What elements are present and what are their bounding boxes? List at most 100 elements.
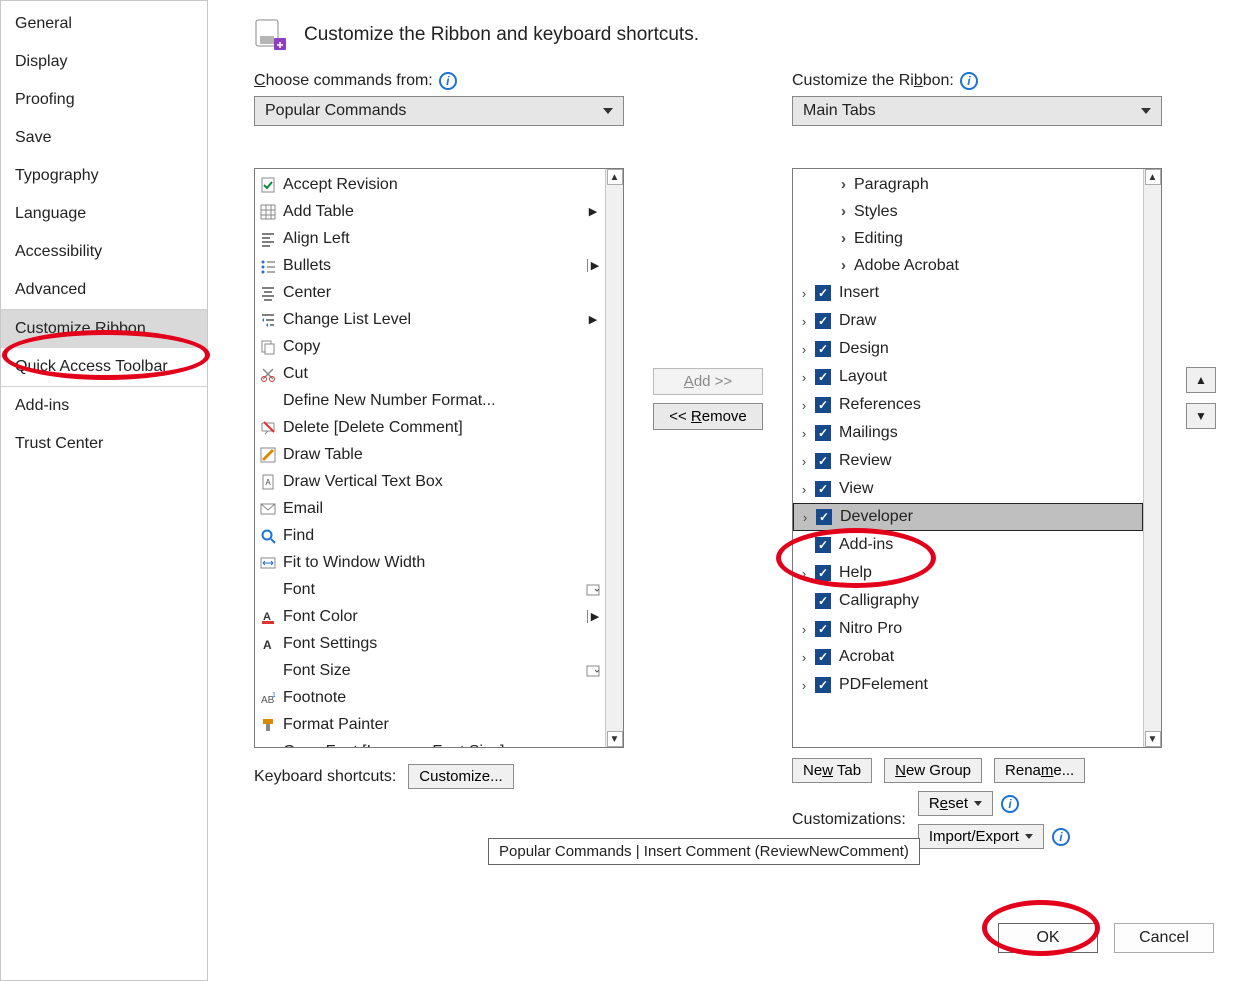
commands-listbox[interactable]: Accept RevisionAdd Table▶Align LeftBulle… <box>254 168 624 748</box>
checkbox-checked-icon[interactable]: ✓ <box>815 649 831 665</box>
command-item[interactable]: Delete [Delete Comment] <box>255 414 605 441</box>
tree-group-item[interactable]: ›Editing <box>793 225 1143 252</box>
scroll-down-button[interactable]: ▼ <box>607 731 623 747</box>
command-item[interactable]: Format Painter <box>255 711 605 738</box>
sidebar-item-general[interactable]: General <box>1 5 207 43</box>
command-item[interactable]: Define New Number Format... <box>255 387 605 414</box>
sidebar-item-trust-center[interactable]: Trust Center <box>1 425 207 463</box>
sidebar-item-save[interactable]: Save <box>1 119 207 157</box>
sidebar-item-accessibility[interactable]: Accessibility <box>1 233 207 271</box>
tree-tab-item[interactable]: ›✓References <box>793 391 1143 419</box>
command-item[interactable]: ADraw Vertical Text Box <box>255 468 605 495</box>
checkbox-checked-icon[interactable]: ✓ <box>815 677 831 693</box>
ok-button[interactable]: OK <box>998 923 1098 953</box>
command-item[interactable]: Add Table▶ <box>255 198 605 225</box>
tree-group-item[interactable]: ›Paragraph <box>793 171 1143 198</box>
command-item[interactable]: Fit to Window Width <box>255 549 605 576</box>
tree-tab-item[interactable]: ›✓View <box>793 475 1143 503</box>
checkbox-checked-icon[interactable]: ✓ <box>815 537 831 553</box>
new-tab-button[interactable]: New Tab <box>792 758 872 783</box>
checkbox-checked-icon[interactable]: ✓ <box>816 509 832 525</box>
scroll-down-button[interactable]: ▼ <box>1145 731 1161 747</box>
tree-tab-item[interactable]: ✓Calligraphy <box>793 587 1143 615</box>
checkbox-checked-icon[interactable]: ✓ <box>815 425 831 441</box>
sidebar-item-display[interactable]: Display <box>1 43 207 81</box>
reset-button[interactable]: Reset <box>918 791 993 816</box>
tree-tab-item[interactable]: ›✓Draw <box>793 307 1143 335</box>
command-item[interactable]: Align Left <box>255 225 605 252</box>
chevron-right-icon[interactable]: › <box>797 398 811 412</box>
tree-tab-item[interactable]: ›✓Acrobat <box>793 643 1143 671</box>
checkbox-checked-icon[interactable]: ✓ <box>815 285 831 301</box>
tree-tab-item[interactable]: ✓Add-ins <box>793 531 1143 559</box>
scroll-up-button[interactable]: ▲ <box>607 169 623 185</box>
chevron-right-icon[interactable]: › <box>797 482 811 496</box>
chevron-right-icon[interactable]: › <box>797 426 811 440</box>
checkbox-checked-icon[interactable]: ✓ <box>815 341 831 357</box>
chevron-right-icon[interactable]: › <box>797 622 811 636</box>
chevron-right-icon[interactable]: › <box>797 286 811 300</box>
command-item[interactable]: Draw Table <box>255 441 605 468</box>
import-export-button[interactable]: Import/Export <box>918 824 1044 849</box>
customize-keyboard-button[interactable]: Customize... <box>408 764 513 789</box>
scroll-up-button[interactable]: ▲ <box>1145 169 1161 185</box>
checkbox-checked-icon[interactable]: ✓ <box>815 621 831 637</box>
checkbox-checked-icon[interactable]: ✓ <box>815 397 831 413</box>
tree-tab-item[interactable]: ›✓Help <box>793 559 1143 587</box>
tree-tab-item[interactable]: ›✓Developer <box>793 503 1143 531</box>
command-item[interactable]: Accept Revision <box>255 171 605 198</box>
ribbon-tree[interactable]: ›Paragraph›Styles›Editing›Adobe Acrobat ›… <box>792 168 1162 748</box>
command-item[interactable]: AGrow Font [Increase Font Size] <box>255 738 605 747</box>
tree-tab-item[interactable]: ›✓Review <box>793 447 1143 475</box>
checkbox-checked-icon[interactable]: ✓ <box>815 565 831 581</box>
sidebar-item-advanced[interactable]: Advanced <box>1 271 207 309</box>
chevron-right-icon[interactable]: › <box>797 650 811 664</box>
tree-group-item[interactable]: ›Adobe Acrobat <box>793 252 1143 279</box>
info-icon[interactable]: i <box>1001 795 1019 813</box>
tree-tab-item[interactable]: ›✓PDFelement <box>793 671 1143 699</box>
sidebar-item-quick-access-toolbar[interactable]: Quick Access Toolbar <box>1 348 207 386</box>
command-item[interactable]: Center <box>255 279 605 306</box>
info-icon[interactable]: i <box>960 72 978 90</box>
checkbox-checked-icon[interactable]: ✓ <box>815 481 831 497</box>
cancel-button[interactable]: Cancel <box>1114 923 1214 953</box>
command-item[interactable]: Change List Level▶ <box>255 306 605 333</box>
customize-ribbon-dropdown[interactable]: Main Tabs <box>792 96 1162 126</box>
remove-button[interactable]: << Remove <box>653 403 763 430</box>
command-item[interactable]: Find <box>255 522 605 549</box>
chevron-right-icon[interactable]: › <box>798 510 812 524</box>
tree-tab-item[interactable]: ›✓Nitro Pro <box>793 615 1143 643</box>
sidebar-item-add-ins[interactable]: Add-ins <box>1 387 207 425</box>
chevron-right-icon[interactable]: › <box>797 314 811 328</box>
tree-group-item[interactable]: ›Styles <box>793 198 1143 225</box>
command-item[interactable]: Font <box>255 576 605 603</box>
command-item[interactable]: AB1Footnote <box>255 684 605 711</box>
tree-tab-item[interactable]: ›✓Layout <box>793 363 1143 391</box>
add-button[interactable]: Add >> <box>653 368 763 395</box>
command-item[interactable]: Copy <box>255 333 605 360</box>
new-group-button[interactable]: New Group <box>884 758 982 783</box>
move-up-button[interactable]: ▲ <box>1186 367 1216 393</box>
command-item[interactable]: Font Size <box>255 657 605 684</box>
sidebar-item-proofing[interactable]: Proofing <box>1 81 207 119</box>
chevron-right-icon[interactable]: › <box>797 678 811 692</box>
scrollbar[interactable]: ▲ ▼ <box>1143 169 1161 747</box>
command-item[interactable]: AFont Settings <box>255 630 605 657</box>
checkbox-checked-icon[interactable]: ✓ <box>815 593 831 609</box>
chevron-right-icon[interactable]: › <box>797 370 811 384</box>
tree-tab-item[interactable]: ›✓Mailings <box>793 419 1143 447</box>
command-item[interactable]: AFont Color▶ <box>255 603 605 630</box>
sidebar-item-language[interactable]: Language <box>1 195 207 233</box>
choose-commands-dropdown[interactable]: Popular Commands <box>254 96 624 126</box>
checkbox-checked-icon[interactable]: ✓ <box>815 369 831 385</box>
rename-button[interactable]: Rename... <box>994 758 1085 783</box>
chevron-right-icon[interactable]: › <box>797 342 811 356</box>
scrollbar[interactable]: ▲ ▼ <box>605 169 623 747</box>
chevron-right-icon[interactable]: › <box>797 566 811 580</box>
tree-tab-item[interactable]: ›✓Insert <box>793 279 1143 307</box>
info-icon[interactable]: i <box>439 72 457 90</box>
sidebar-item-customize-ribbon[interactable]: Customize Ribbon <box>1 310 207 348</box>
tree-tab-item[interactable]: ›✓Design <box>793 335 1143 363</box>
command-item[interactable]: Cut <box>255 360 605 387</box>
checkbox-checked-icon[interactable]: ✓ <box>815 313 831 329</box>
